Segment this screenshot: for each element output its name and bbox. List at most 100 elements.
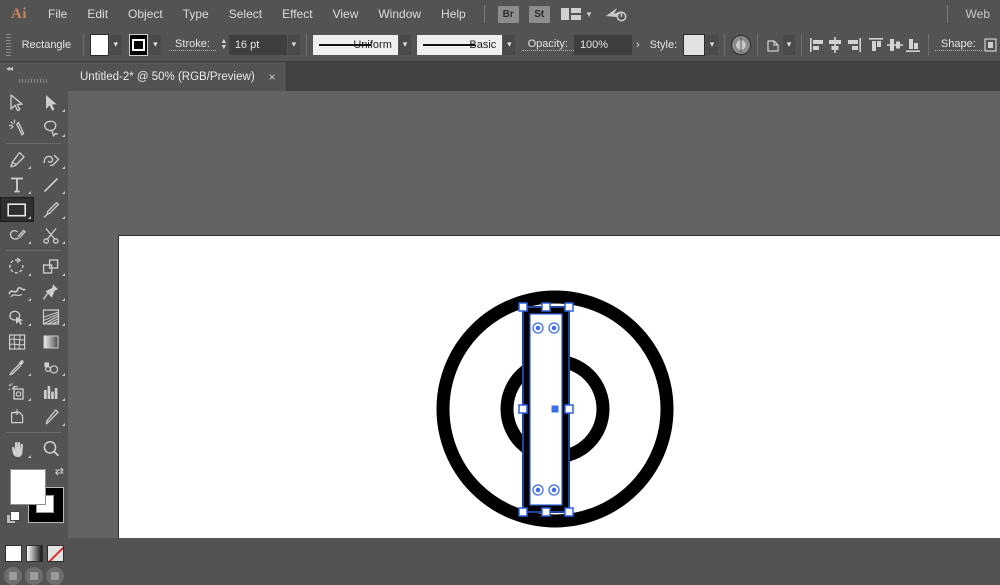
transform-icon bbox=[767, 39, 779, 52]
selection-tool[interactable] bbox=[0, 90, 34, 115]
tools-panel-grip[interactable] bbox=[19, 76, 49, 86]
scissors-icon bbox=[43, 227, 59, 244]
fill-dropdown-icon[interactable]: ▾ bbox=[109, 34, 122, 55]
drawing-mode-behind[interactable] bbox=[25, 567, 43, 585]
shape-properties-button[interactable] bbox=[982, 34, 1000, 56]
close-icon[interactable]: × bbox=[269, 70, 276, 84]
opacity-label[interactable]: Opacity: bbox=[521, 38, 574, 51]
canvas-area[interactable] bbox=[68, 91, 1000, 538]
control-bar-grip[interactable] bbox=[6, 33, 11, 56]
color-mode-button[interactable] bbox=[4, 545, 22, 562]
eyedropper-tool[interactable] bbox=[0, 354, 34, 379]
stroke-profile-select[interactable]: Uniform bbox=[312, 34, 398, 55]
shaper-tool[interactable] bbox=[0, 222, 34, 247]
fill-swatch[interactable] bbox=[89, 33, 109, 56]
align-right-button[interactable] bbox=[844, 34, 862, 56]
menu-object[interactable]: Object bbox=[118, 0, 173, 28]
slice-tool[interactable] bbox=[34, 404, 68, 429]
align-center-vertical-button[interactable] bbox=[886, 34, 904, 56]
shape-label[interactable]: Shape: bbox=[934, 38, 982, 51]
none-mode-button[interactable] bbox=[46, 545, 64, 562]
menu-effect[interactable]: Effect bbox=[272, 0, 322, 28]
opacity-input[interactable]: 100% bbox=[573, 34, 632, 55]
menu-edit[interactable]: Edit bbox=[77, 0, 118, 28]
recolor-artwork-button[interactable] bbox=[730, 34, 751, 56]
bridge-button[interactable]: Br bbox=[497, 5, 519, 23]
cb-divider-2 bbox=[306, 33, 307, 56]
brush-definition-dropdown-icon[interactable]: ▾ bbox=[503, 34, 516, 55]
scale-tool[interactable] bbox=[34, 254, 68, 279]
stroke-profile-dropdown-icon[interactable]: ▾ bbox=[398, 34, 412, 55]
stroke-weight-stepper[interactable]: ▲ ▼ bbox=[219, 35, 229, 55]
workspace-switcher[interactable]: Web bbox=[956, 7, 1000, 21]
type-tool[interactable] bbox=[0, 172, 34, 197]
type-icon bbox=[11, 177, 23, 192]
arrange-documents-button[interactable]: ▾ bbox=[560, 8, 591, 20]
rectangle-tool[interactable] bbox=[0, 197, 34, 222]
align-top-button[interactable] bbox=[867, 34, 885, 56]
line-segment-icon bbox=[43, 177, 59, 192]
free-transform-tool[interactable] bbox=[34, 279, 68, 304]
opacity-more-icon[interactable]: › bbox=[632, 39, 644, 51]
curvature-tool[interactable] bbox=[34, 147, 68, 172]
align-left-button[interactable] bbox=[808, 34, 826, 56]
shape-builder-tool[interactable] bbox=[0, 304, 34, 329]
style-dropdown-icon[interactable]: ▾ bbox=[705, 34, 719, 55]
menu-right-divider bbox=[946, 5, 948, 23]
menu-bar: Ai File Edit Object Type Select Effect V… bbox=[0, 0, 1000, 29]
menu-file[interactable]: File bbox=[38, 0, 77, 28]
zoom-tool[interactable] bbox=[34, 436, 68, 461]
gradient-icon bbox=[43, 335, 59, 348]
stock-button[interactable]: St bbox=[528, 5, 550, 23]
artboard-tool[interactable] bbox=[0, 404, 34, 429]
stock-search-icon[interactable] bbox=[605, 5, 627, 23]
symbol-sprayer-tool[interactable] bbox=[0, 379, 34, 404]
stroke-dropdown-icon[interactable]: ▾ bbox=[149, 34, 162, 55]
transform-button[interactable] bbox=[764, 34, 782, 56]
gradient-mode-button[interactable] bbox=[25, 545, 43, 562]
rotate-tool[interactable] bbox=[0, 254, 34, 279]
gradient-tool[interactable] bbox=[34, 329, 68, 354]
default-fill-stroke-button[interactable] bbox=[6, 511, 20, 524]
lasso-tool[interactable] bbox=[34, 115, 68, 140]
artwork-layer[interactable] bbox=[68, 91, 1000, 538]
brush-definition-select[interactable]: Basic bbox=[417, 34, 503, 55]
menu-view[interactable]: View bbox=[323, 0, 369, 28]
pen-tool[interactable] bbox=[0, 147, 34, 172]
graphic-style-swatch[interactable] bbox=[683, 33, 705, 56]
direct-selection-tool[interactable] bbox=[34, 90, 68, 115]
menu-help[interactable]: Help bbox=[431, 0, 476, 28]
document-tab[interactable]: Untitled-2* @ 50% (RGB/Preview) × bbox=[68, 62, 287, 91]
line-segment-tool[interactable] bbox=[34, 172, 68, 197]
stroke-weight-input[interactable]: 16 pt bbox=[228, 34, 287, 55]
column-graph-tool[interactable] bbox=[34, 379, 68, 404]
lasso-icon bbox=[44, 120, 59, 137]
transform-dropdown-icon[interactable]: ▾ bbox=[782, 34, 796, 55]
scissors-tool[interactable] bbox=[34, 222, 68, 247]
cb-divider-6 bbox=[928, 33, 929, 56]
magic-wand-tool[interactable] bbox=[0, 115, 34, 140]
stroke-swatch[interactable] bbox=[129, 33, 149, 56]
hand-tool[interactable] bbox=[0, 436, 34, 461]
perspective-grid-tool[interactable] bbox=[34, 304, 68, 329]
mesh-tool[interactable] bbox=[0, 329, 34, 354]
menu-window[interactable]: Window bbox=[368, 0, 431, 28]
paintbrush-tool[interactable] bbox=[34, 197, 68, 222]
collapse-panel-button[interactable]: ◂◂ bbox=[0, 62, 68, 75]
column-graph-icon bbox=[44, 385, 58, 399]
stroke-weight-dropdown-icon[interactable]: ▾ bbox=[287, 34, 300, 55]
swap-fill-stroke-icon[interactable]: ⇄ bbox=[55, 465, 64, 478]
menu-type[interactable]: Type bbox=[173, 0, 219, 28]
drawing-mode-inside[interactable] bbox=[46, 567, 64, 585]
toolbar-fill-swatch[interactable] bbox=[10, 469, 46, 505]
stroke-label[interactable]: Stroke: bbox=[169, 38, 216, 51]
document-tab-bar: Untitled-2* @ 50% (RGB/Preview) × bbox=[68, 62, 1000, 91]
width-tool[interactable] bbox=[0, 279, 34, 304]
align-bottom-button[interactable] bbox=[904, 34, 922, 56]
blend-tool[interactable] bbox=[34, 354, 68, 379]
menu-select[interactable]: Select bbox=[219, 0, 272, 28]
paintbrush-icon bbox=[43, 201, 60, 218]
align-center-horizontal-button[interactable] bbox=[826, 34, 844, 56]
drawing-mode-normal[interactable] bbox=[4, 567, 22, 585]
shape-properties-icon bbox=[984, 37, 997, 52]
